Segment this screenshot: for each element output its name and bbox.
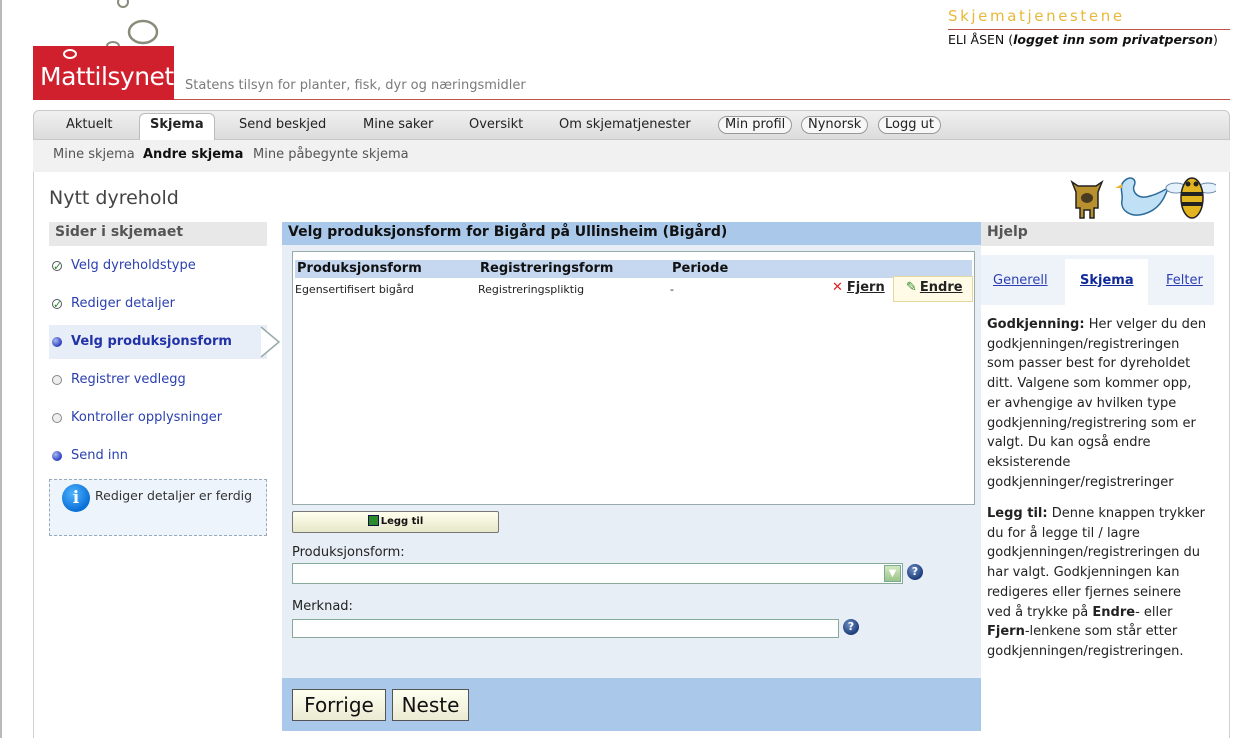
step-current-icon	[52, 337, 62, 347]
delete-icon: ✕	[832, 280, 843, 295]
animal-icons	[1070, 177, 1216, 219]
col-registreringsform: Registreringsform	[480, 261, 614, 276]
forrige-button[interactable]: Forrige	[292, 689, 386, 721]
main-heading: Velg produksjonsform for Bigård på Ullin…	[282, 222, 981, 245]
step-velg-dyreholdstype[interactable]: Velg dyreholdstype	[49, 249, 267, 284]
step-todo-icon	[52, 413, 62, 423]
step-label: Velg produksjonsform	[71, 334, 232, 349]
help-icon-produksjonsform[interactable]: ?	[907, 564, 923, 580]
step-done-icon	[52, 250, 62, 284]
step-kontroller-opplysninger[interactable]: Kontroller opplysninger	[49, 401, 267, 435]
service-title: Skjematjenestene	[948, 7, 1125, 25]
bird-icon	[1115, 177, 1170, 216]
pencil-icon: ✎	[906, 280, 917, 295]
sidebar-heading: Sider i skjemaet	[49, 222, 267, 246]
logo-bubbles	[106, 0, 159, 50]
page-title: Nytt dyrehold	[49, 187, 179, 209]
tab-send-beskjed[interactable]: Send beskjed	[239, 117, 326, 132]
produksjonsform-label: Produksjonsform:	[292, 545, 405, 560]
step-send-inn[interactable]: Send inn	[49, 439, 267, 473]
help-tab-felter[interactable]: Felter	[1166, 273, 1203, 288]
save-disk-icon	[367, 515, 379, 526]
logg-ut-button[interactable]: Logg ut	[878, 116, 941, 134]
nynorsk-button[interactable]: Nynorsk	[801, 116, 869, 134]
step-registrer-vedlegg[interactable]: Registrer vedlegg	[49, 363, 267, 397]
user-name: ELI ÅSEN	[948, 32, 1005, 47]
fjern-link[interactable]: ✕ Fjern	[832, 280, 885, 295]
step-pending-icon	[52, 451, 62, 461]
info-text: Rediger detaljer er ferdig	[95, 488, 253, 503]
tab-mine-saker[interactable]: Mine saker	[363, 117, 433, 132]
tab-aktuelt[interactable]: Aktuelt	[66, 117, 112, 132]
help-paragraph-godkjenning: Godkjenning: Her velger du den godkjenni…	[987, 317, 1207, 490]
help-paragraph-legg-til: Legg til: Denne knappen trykker du for å…	[987, 506, 1206, 659]
user-info: ELI ÅSEN (logget inn som privatperson)	[948, 32, 1218, 47]
step-velg-produksjonsform[interactable]: Velg produksjonsform	[49, 325, 267, 359]
col-periode: Periode	[672, 261, 729, 276]
window-edge	[0, 0, 2, 738]
step-todo-icon	[52, 375, 62, 385]
cow-icon	[1070, 180, 1104, 219]
service-rule	[948, 29, 1230, 30]
subtab-mine-pabegynte[interactable]: Mine påbegynte skjema	[253, 147, 409, 162]
step-done-icon	[52, 288, 62, 322]
step-label: Rediger detaljer	[71, 296, 175, 311]
user-status: logget inn som privatperson	[1013, 32, 1214, 47]
bee-icon	[1165, 177, 1216, 219]
tab-skjema[interactable]: Skjema	[139, 113, 215, 140]
legg-til-button[interactable]: Legg til	[292, 511, 499, 533]
step-label: Send inn	[71, 448, 128, 463]
cell-produksjonsform: Egensertifisert bigård	[295, 283, 414, 296]
tagline: Statens tilsyn for planter, fisk, dyr og…	[185, 78, 526, 93]
cell-registreringsform: Registreringspliktig	[478, 283, 585, 296]
step-label: Registrer vedlegg	[71, 372, 186, 387]
min-profil-button[interactable]: Min profil	[718, 116, 793, 134]
merknad-label: Merknad:	[292, 599, 353, 614]
tab-om-skjematjenester[interactable]: Om skjematjenester	[559, 117, 691, 132]
produksjonsform-select[interactable]: ▼	[292, 563, 903, 584]
step-label: Kontroller opplysninger	[71, 410, 223, 425]
subtab-andre-skjema[interactable]: Andre skjema	[143, 147, 243, 162]
button-bar	[282, 678, 981, 731]
step-rediger-detaljer[interactable]: Rediger detaljer	[49, 287, 267, 322]
subtab-mine-skjema[interactable]: Mine skjema	[53, 147, 135, 162]
chevron-down-icon[interactable]: ▼	[884, 565, 901, 582]
step-label: Velg dyreholdstype	[71, 258, 196, 273]
help-heading: Hjelp	[981, 222, 1214, 246]
info-icon: i	[62, 484, 90, 512]
neste-button[interactable]: Neste	[392, 689, 469, 721]
header-rule	[174, 99, 1230, 100]
cell-periode: -	[670, 283, 674, 296]
logo-ring	[63, 49, 77, 59]
logo-text: Mattilsynet	[40, 62, 174, 91]
help-tab-generell[interactable]: Generell	[993, 273, 1048, 288]
merknad-input[interactable]	[292, 619, 839, 638]
help-icon-merknad[interactable]: ?	[843, 619, 859, 635]
col-produksjonsform: Produksjonsform	[297, 261, 422, 276]
tab-oversikt[interactable]: Oversikt	[469, 117, 523, 132]
endre-link[interactable]: ✎ Endre	[893, 276, 973, 302]
help-tab-skjema[interactable]: Skjema	[1080, 273, 1134, 288]
current-step-arrow-icon	[260, 326, 281, 358]
